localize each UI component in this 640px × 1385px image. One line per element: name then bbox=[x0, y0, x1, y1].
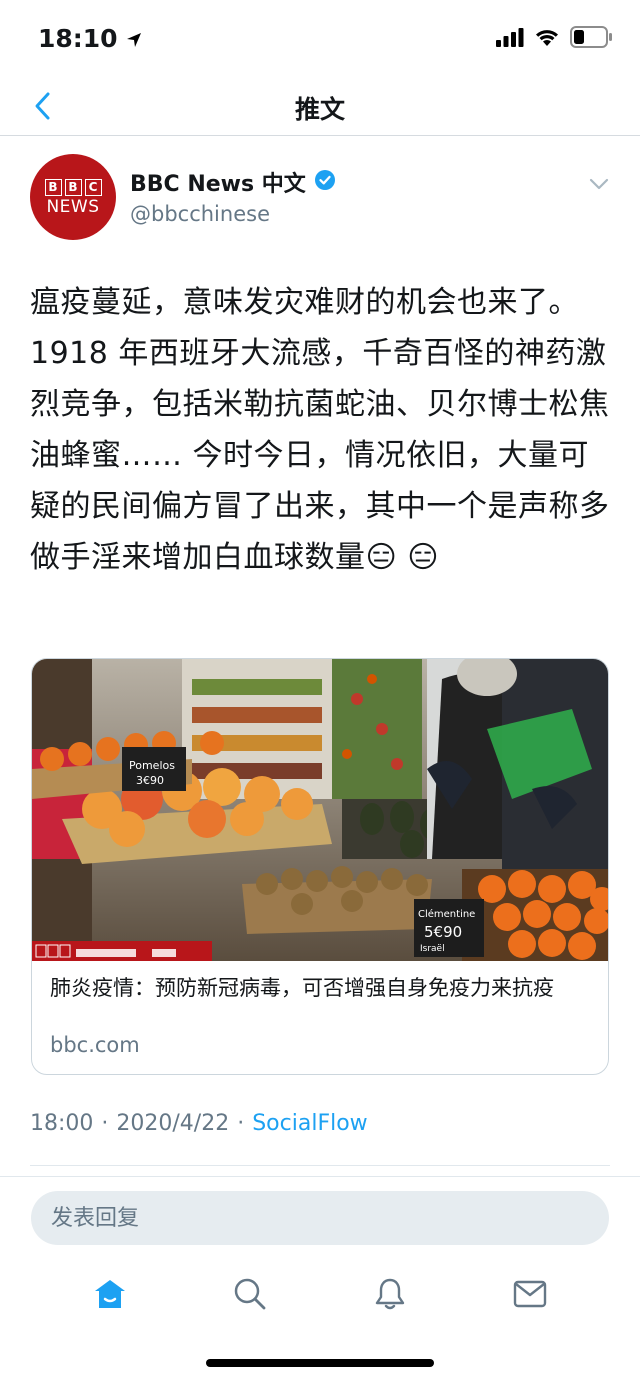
tweet-time: 18:00 bbox=[30, 1111, 94, 1136]
chevron-down-icon bbox=[589, 175, 609, 194]
tab-messages[interactable] bbox=[500, 1268, 560, 1324]
status-time: 18:10 bbox=[38, 24, 142, 53]
verified-badge-icon bbox=[314, 169, 336, 195]
navigation-bar: 推文 bbox=[0, 80, 640, 136]
reply-input[interactable] bbox=[31, 1191, 609, 1245]
bbc-logo: BBC bbox=[44, 178, 102, 196]
tab-notifications[interactable] bbox=[360, 1268, 420, 1324]
tweet-meta: 18:00 · 2020/4/22 · SocialFlow bbox=[30, 1111, 368, 1136]
svg-text:Clémentine: Clémentine bbox=[418, 908, 475, 920]
wifi-icon bbox=[534, 27, 560, 51]
battery-icon bbox=[570, 26, 612, 52]
status-indicators bbox=[496, 26, 612, 52]
cellular-signal-icon bbox=[496, 27, 524, 51]
svg-text:5€90: 5€90 bbox=[424, 923, 462, 941]
tab-bar bbox=[0, 1266, 640, 1326]
author-name-row: BBC News 中文 bbox=[130, 166, 336, 198]
status-time-text: 18:10 bbox=[38, 24, 118, 53]
tweet-source-link[interactable]: SocialFlow bbox=[252, 1111, 367, 1136]
author-name[interactable]: BBC News 中文 bbox=[130, 166, 306, 198]
tweet-date: 2020/4/22 bbox=[116, 1111, 230, 1136]
svg-text:Israël: Israël bbox=[420, 944, 445, 954]
card-title[interactable]: 肺炎疫情：预防新冠病毒，可否增强自身免疫力来抗疫 bbox=[50, 973, 595, 1004]
page-title: 推文 bbox=[294, 95, 345, 124]
messages-envelope-icon bbox=[513, 1279, 547, 1313]
tab-search[interactable] bbox=[220, 1268, 280, 1324]
status-bar: 18:10 bbox=[0, 0, 640, 80]
tweet-options-button[interactable] bbox=[584, 172, 614, 196]
tweet-header: BBC NEWS BBC News 中文 @bbcchinese bbox=[30, 154, 620, 244]
svg-text:Pomelos: Pomelos bbox=[129, 759, 175, 772]
location-arrow-icon bbox=[126, 24, 142, 53]
home-icon bbox=[92, 1277, 128, 1315]
card-domain: bbc.com bbox=[50, 1033, 140, 1057]
divider bbox=[30, 1165, 610, 1166]
tweet-text: 瘟疫蔓延，意味发灾难财的机会也来了。1918 年西班牙大流感，千奇百怪的神药激烈… bbox=[30, 285, 610, 575]
svg-text:3€90: 3€90 bbox=[136, 774, 164, 787]
author-avatar[interactable]: BBC NEWS bbox=[30, 154, 116, 240]
link-card[interactable]: Pomelos 3€90 Clémentine 5€90 Israël 肺炎疫情… bbox=[31, 658, 609, 1075]
card-image: Pomelos 3€90 Clémentine 5€90 Israël bbox=[32, 659, 608, 961]
meta-separator: · bbox=[101, 1111, 109, 1136]
reply-bar bbox=[0, 1176, 640, 1256]
meta-separator: · bbox=[237, 1111, 245, 1136]
home-indicator[interactable] bbox=[206, 1359, 434, 1367]
tab-home[interactable] bbox=[80, 1268, 140, 1324]
author-handle[interactable]: @bbcchinese bbox=[130, 202, 270, 226]
notifications-bell-icon bbox=[374, 1277, 406, 1315]
search-icon bbox=[233, 1277, 267, 1315]
